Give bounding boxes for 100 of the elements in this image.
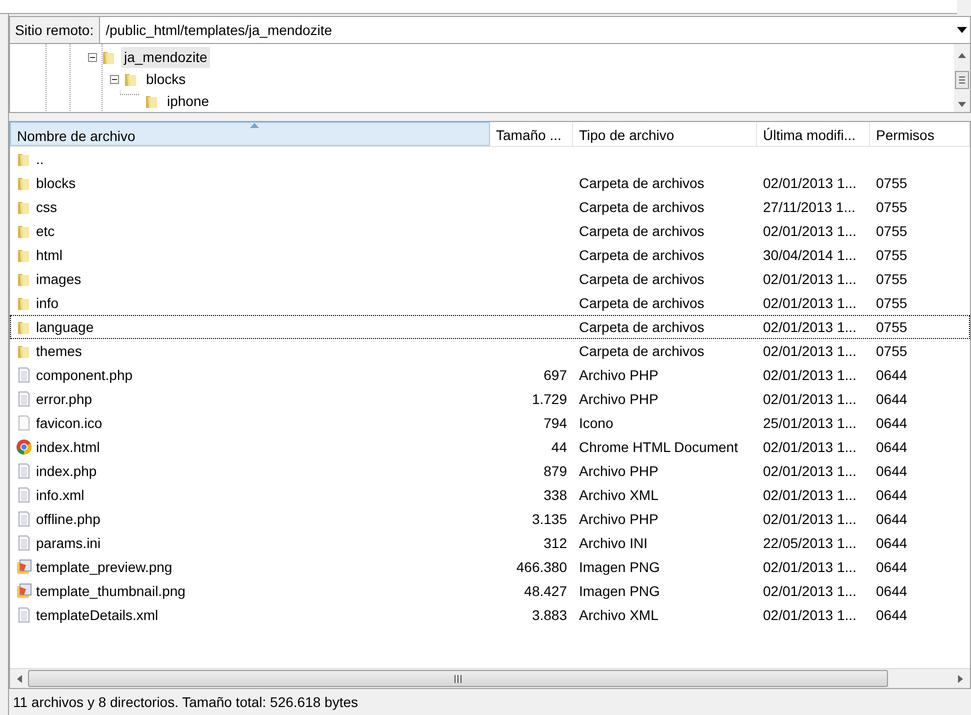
file-permissions: 0644 — [876, 366, 908, 382]
collapse-icon[interactable] — [110, 74, 119, 84]
folder-icon — [101, 49, 117, 65]
file-name: component.php — [35, 366, 134, 385]
file-name: blocks — [35, 174, 77, 192]
folder-icon — [16, 151, 32, 167]
file-row[interactable]: template_thumbnail.png 48.427 Imagen PNG 02/01/2013 1... 0644 — [10, 579, 970, 603]
file-modified: 02/01/2013 1... — [763, 462, 856, 478]
file-size: 879 — [544, 462, 567, 478]
tree-item[interactable]: ja_mendozite — [121, 46, 210, 68]
file-size: 466.380 — [516, 558, 567, 574]
vertical-scrollbar[interactable] — [954, 44, 970, 112]
file-row[interactable]: offline.php 3.135 Archivo PHP 02/01/2013 1... 0644 — [10, 507, 970, 531]
file-modified: 02/01/2013 1... — [763, 558, 856, 574]
file-permissions: 0644 — [876, 558, 908, 574]
file-permissions: 0755 — [876, 342, 908, 358]
file-row[interactable]: .. — [10, 147, 970, 171]
file-permissions: 0755 — [876, 198, 908, 214]
file-modified: 02/01/2013 1... — [763, 606, 856, 622]
file-row[interactable]: css Carpeta de archivos 27/11/2013 1... 0755 — [10, 195, 970, 219]
file-modified: 27/11/2013 1... — [763, 198, 856, 214]
column-header[interactable]: Última modifi... — [757, 122, 870, 146]
file-permissions: 0644 — [876, 438, 908, 454]
file-name: index.php — [35, 462, 98, 481]
file-type: Archivo INI — [579, 534, 648, 550]
scroll-down-icon[interactable] — [958, 100, 966, 108]
file-size: 3.883 — [532, 606, 567, 622]
file-row[interactable]: blocks Carpeta de archivos 02/01/2013 1... 0755 — [10, 171, 970, 195]
remote-path-field[interactable]: /public_html/templates/ja_mendozite — [100, 16, 953, 44]
remote-site-label: Sitio remoto: — [9, 16, 100, 44]
file-size: 3.135 — [532, 510, 567, 526]
file-name: offline.php — [35, 510, 102, 529]
file-permissions: 0755 — [876, 246, 908, 262]
file-row[interactable]: index.php 879 Archivo PHP 02/01/2013 1... 0644 — [10, 459, 970, 483]
column-header[interactable]: Permisos — [870, 122, 970, 146]
document-icon — [16, 487, 32, 503]
folder-icon — [16, 295, 32, 311]
scroll-thumb[interactable] — [955, 71, 969, 89]
file-row[interactable]: favicon.ico 794 Icono 25/01/2013 1... 0644 — [10, 411, 970, 435]
column-header[interactable]: Tipo de archivo — [573, 122, 757, 146]
file-modified: 02/01/2013 1... — [763, 294, 856, 310]
browser-icon — [16, 439, 32, 455]
scroll-up-icon[interactable] — [958, 52, 966, 60]
file-permissions: 0644 — [876, 534, 908, 550]
file-permissions: 0644 — [876, 414, 908, 430]
file-name: templateDetails.xml — [35, 606, 160, 625]
file-type: Carpeta de archivos — [579, 342, 704, 358]
file-name: html — [35, 246, 64, 264]
file-modified: 25/01/2013 1... — [763, 414, 856, 430]
document-icon — [16, 367, 32, 383]
file-type: Carpeta de archivos — [579, 318, 704, 334]
tree-item[interactable]: iphone — [164, 90, 212, 112]
file-row[interactable]: error.php 1.729 Archivo PHP 02/01/2013 1... 0644 — [10, 387, 970, 411]
column-header[interactable]: Nombre de archivo — [10, 122, 490, 146]
file-row[interactable]: language Carpeta de archivos 02/01/2013 1... 0755 — [10, 315, 970, 339]
image-file-icon — [16, 559, 32, 575]
column-header[interactable]: Tamaño ... — [490, 122, 573, 146]
folder-icon — [123, 71, 139, 87]
file-row[interactable]: html Carpeta de archivos 30/04/2014 1... 0755 — [10, 243, 970, 267]
collapse-icon[interactable] — [88, 52, 97, 62]
dropdown-caret-icon[interactable] — [956, 27, 966, 33]
file-row[interactable]: template_preview.png 466.380 Imagen PNG 02/01/2013 1... 0644 — [10, 555, 970, 579]
file-size: 44 — [551, 438, 567, 454]
file-size: 338 — [544, 486, 567, 502]
file-name: template_thumbnail.png — [35, 582, 186, 601]
file-type: Carpeta de archivos — [579, 246, 704, 262]
file-modified: 02/01/2013 1... — [763, 582, 856, 598]
scroll-thumb[interactable] — [28, 670, 888, 687]
file-row[interactable]: themes Carpeta de archivos 02/01/2013 1... 0755 — [10, 339, 970, 363]
file-type: Imagen PNG — [579, 582, 660, 598]
file-row[interactable]: params.ini 312 Archivo INI 22/05/2013 1... 0644 — [10, 531, 970, 555]
file-row[interactable]: info.xml 338 Archivo XML 02/01/2013 1... 0644 — [10, 483, 970, 507]
file-row[interactable]: templateDetails.xml 3.883 Archivo XML 02/01/2013 1... 0644 — [10, 603, 970, 627]
folder-icon — [16, 343, 32, 359]
file-type: Archivo XML — [579, 486, 658, 502]
file-modified: 02/01/2013 1... — [763, 438, 856, 454]
file-modified: 22/05/2013 1... — [763, 534, 856, 550]
file-size: 1.729 — [532, 390, 567, 406]
file-modified: 02/01/2013 1... — [763, 174, 856, 190]
file-permissions: 0755 — [876, 270, 908, 286]
tree-item[interactable]: blocks — [143, 68, 189, 90]
folder-icon — [16, 223, 32, 239]
file-row[interactable]: info Carpeta de archivos 02/01/2013 1... 0755 — [10, 291, 970, 315]
file-row[interactable]: index.html 44 Chrome HTML Document 02/01/2013 1... 0644 — [10, 435, 970, 459]
file-row[interactable]: images Carpeta de archivos 02/01/2013 1... 0755 — [10, 267, 970, 291]
image-file-icon — [16, 583, 32, 599]
file-row[interactable]: component.php 697 Archivo PHP 02/01/2013 1... 0644 — [10, 363, 970, 387]
file-name: language — [35, 318, 95, 337]
file-size: 312 — [544, 534, 567, 550]
file-permissions: 0644 — [876, 510, 908, 526]
file-type: Carpeta de archivos — [579, 174, 704, 190]
document-icon — [16, 391, 32, 407]
file-permissions: 0644 — [876, 462, 908, 478]
file-size: 794 — [544, 414, 567, 430]
document-icon — [16, 607, 32, 623]
file-row[interactable]: etc Carpeta de archivos 02/01/2013 1... 0755 — [10, 219, 970, 243]
horizontal-scrollbar[interactable] — [10, 668, 970, 688]
file-modified: 02/01/2013 1... — [763, 486, 856, 502]
file-modified: 02/01/2013 1... — [763, 222, 856, 238]
blank-file-icon — [16, 415, 32, 431]
